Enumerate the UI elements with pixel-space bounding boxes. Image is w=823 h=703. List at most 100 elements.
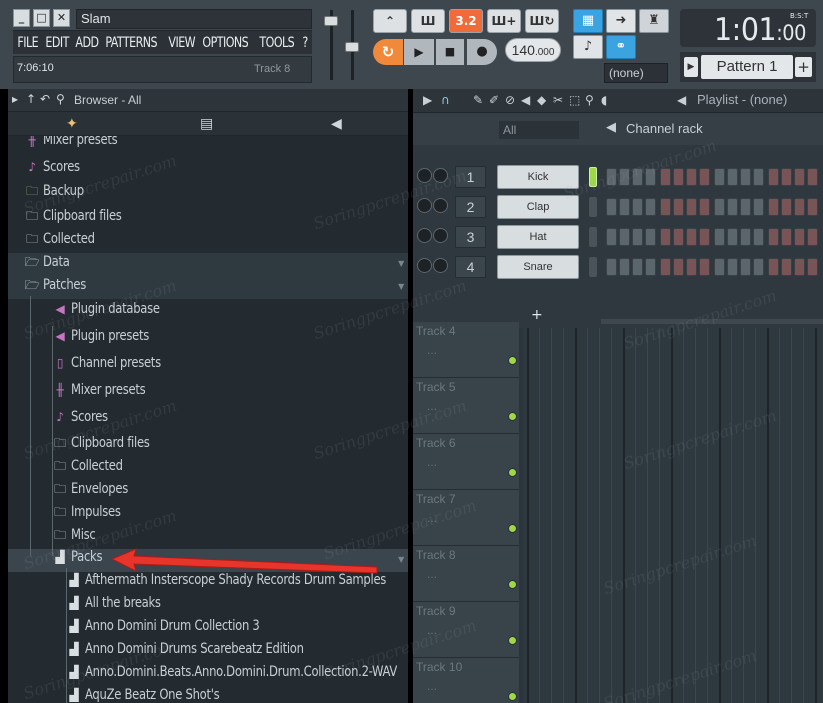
step-button[interactable]	[686, 168, 697, 186]
menu-help[interactable]: ?	[298, 35, 312, 51]
wait-select[interactable]: (none)	[604, 63, 668, 83]
volume-knob-icon[interactable]	[433, 228, 448, 243]
step-button[interactable]	[673, 198, 684, 216]
pan-knob-icon[interactable]	[417, 198, 432, 213]
browser-item-clipboard-files[interactable]: 🗀 Clipboard files	[8, 434, 408, 457]
add-channel-button[interactable]: +	[531, 307, 543, 323]
master-pitch-handle[interactable]	[345, 42, 359, 52]
magnet-icon[interactable]: ∩	[441, 93, 450, 107]
pan-knob-icon[interactable]	[417, 228, 432, 243]
typing-keyboard-button[interactable]: Ш	[411, 9, 445, 33]
browser-item-anno-domini-drum-collection-3[interactable]: ▟ Anno Domini Drum Collection 3	[8, 618, 408, 641]
track-mute-led[interactable]	[508, 580, 517, 589]
browser-item-all-the-breaks[interactable]: ▟ All the breaks	[8, 595, 408, 618]
browser-item-mixer-presets[interactable]: ╫ Mixer presets	[8, 382, 408, 405]
maximize-button[interactable]: □	[33, 9, 50, 27]
channel-select-led[interactable]	[589, 257, 597, 277]
collapse-arrow-icon[interactable]: ▼	[398, 259, 404, 268]
step-button[interactable]	[699, 228, 710, 246]
browser-item-mixer-presets[interactable]: ╫ Mixer presets	[8, 136, 408, 155]
record-button[interactable]: ●	[467, 39, 497, 65]
back-icon[interactable]: ↶	[40, 92, 50, 106]
tempo-display[interactable]: 140.000	[505, 38, 561, 62]
browser-item-scores[interactable]: ♪ Scores	[8, 409, 408, 432]
step-button[interactable]	[740, 168, 751, 186]
all-tab-sparkle-icon[interactable]: ✦	[66, 116, 78, 132]
metronome-button[interactable]: ⌃	[373, 9, 407, 33]
master-volume-handle[interactable]	[324, 16, 338, 26]
track-mute-led[interactable]	[508, 468, 517, 477]
track-mute-led[interactable]	[508, 692, 517, 701]
step-button[interactable]	[645, 258, 656, 276]
step-button[interactable]	[794, 228, 805, 246]
mute-icon[interactable]: ◀	[521, 93, 530, 107]
track-options-icon[interactable]: …	[427, 682, 437, 693]
playlist-track[interactable]: Track 5…	[413, 378, 519, 434]
pan-knob-icon[interactable]	[417, 258, 432, 273]
step-button[interactable]	[753, 228, 764, 246]
step-button[interactable]	[753, 168, 764, 186]
collapse-arrow-icon[interactable]: ▼	[398, 555, 404, 564]
step-button[interactable]	[645, 228, 656, 246]
channel-name-button[interactable]: Kick	[497, 165, 579, 189]
step-button[interactable]	[768, 198, 779, 216]
step-button[interactable]	[794, 258, 805, 276]
step-button[interactable]	[794, 198, 805, 216]
track-mute-led[interactable]	[508, 412, 517, 421]
step-button[interactable]	[714, 258, 725, 276]
browser-item-clipboard-files[interactable]: 🗀 Clipboard files	[8, 207, 408, 230]
browser-item-envelopes[interactable]: 🗀 Envelopes	[8, 480, 408, 503]
channel-name-button[interactable]: Hat	[497, 225, 579, 249]
step-button[interactable]	[714, 198, 725, 216]
collapse-arrow-icon[interactable]: ▼	[398, 282, 404, 291]
browser-item-collected[interactable]: 🗀 Collected	[8, 230, 408, 253]
step-button[interactable]	[727, 258, 738, 276]
zoom-icon[interactable]: ⚲	[585, 93, 594, 107]
menu-file[interactable]: FILE	[13, 35, 43, 51]
close-button[interactable]: ✕	[53, 9, 70, 27]
draw-icon[interactable]: ✎	[473, 93, 483, 107]
track-options-icon[interactable]: …	[427, 514, 437, 525]
playlist-track[interactable]: Track 7…	[413, 490, 519, 546]
track-options-icon[interactable]: …	[427, 346, 437, 357]
step-button[interactable]	[740, 258, 751, 276]
track-mute-led[interactable]	[508, 524, 517, 533]
up-arrow-icon[interactable]: ↑	[26, 92, 36, 106]
step-button[interactable]	[673, 228, 684, 246]
menu-view[interactable]: VIEW	[164, 35, 200, 51]
playlist-track[interactable]: Track 10…	[413, 658, 519, 703]
channel-name-button[interactable]: Snare	[497, 255, 579, 279]
step-button[interactable]	[753, 198, 764, 216]
playlist-grid[interactable]	[523, 328, 823, 703]
speaker-icon[interactable]: ◀	[677, 93, 686, 107]
step-button[interactable]	[632, 228, 643, 246]
track-mute-led[interactable]	[508, 356, 517, 365]
browser-item-scores[interactable]: ♪ Scores	[8, 159, 408, 182]
step-button[interactable]	[632, 168, 643, 186]
browser-item-data[interactable]: 🗁 Data ▼	[8, 253, 408, 276]
channel-select-led[interactable]	[589, 197, 597, 217]
menu-arrow-icon[interactable]: ▶	[423, 93, 432, 107]
step-button[interactable]	[619, 258, 630, 276]
step-button[interactable]	[807, 228, 818, 246]
step-button[interactable]	[699, 198, 710, 216]
step-button[interactable]	[660, 198, 671, 216]
step-button[interactable]	[781, 258, 792, 276]
step-button[interactable]	[645, 198, 656, 216]
pattern-name[interactable]: Pattern 1	[701, 55, 793, 79]
channel-name-button[interactable]: Clap	[497, 195, 579, 219]
browser-item-anno-domini-beats-anno-domini-drum-collection-2-wav[interactable]: ▟ Anno.Domini.Beats.Anno.Domini.Drum.Coll…	[8, 664, 408, 687]
step-button[interactable]	[768, 228, 779, 246]
step-button[interactable]	[632, 198, 643, 216]
piano-roll-icon[interactable]: ▦	[573, 9, 603, 33]
channel-select-led[interactable]	[589, 167, 597, 187]
step-button[interactable]	[768, 258, 779, 276]
track-options-icon[interactable]: …	[427, 458, 437, 469]
step-button[interactable]	[794, 168, 805, 186]
browser-item-plugin-presets[interactable]: ◀ Plugin presets	[8, 328, 408, 351]
step-button[interactable]	[714, 168, 725, 186]
menu-arrow-icon[interactable]: ▸	[12, 92, 18, 106]
step-button[interactable]	[781, 228, 792, 246]
step-button[interactable]	[673, 168, 684, 186]
step-button[interactable]	[686, 258, 697, 276]
